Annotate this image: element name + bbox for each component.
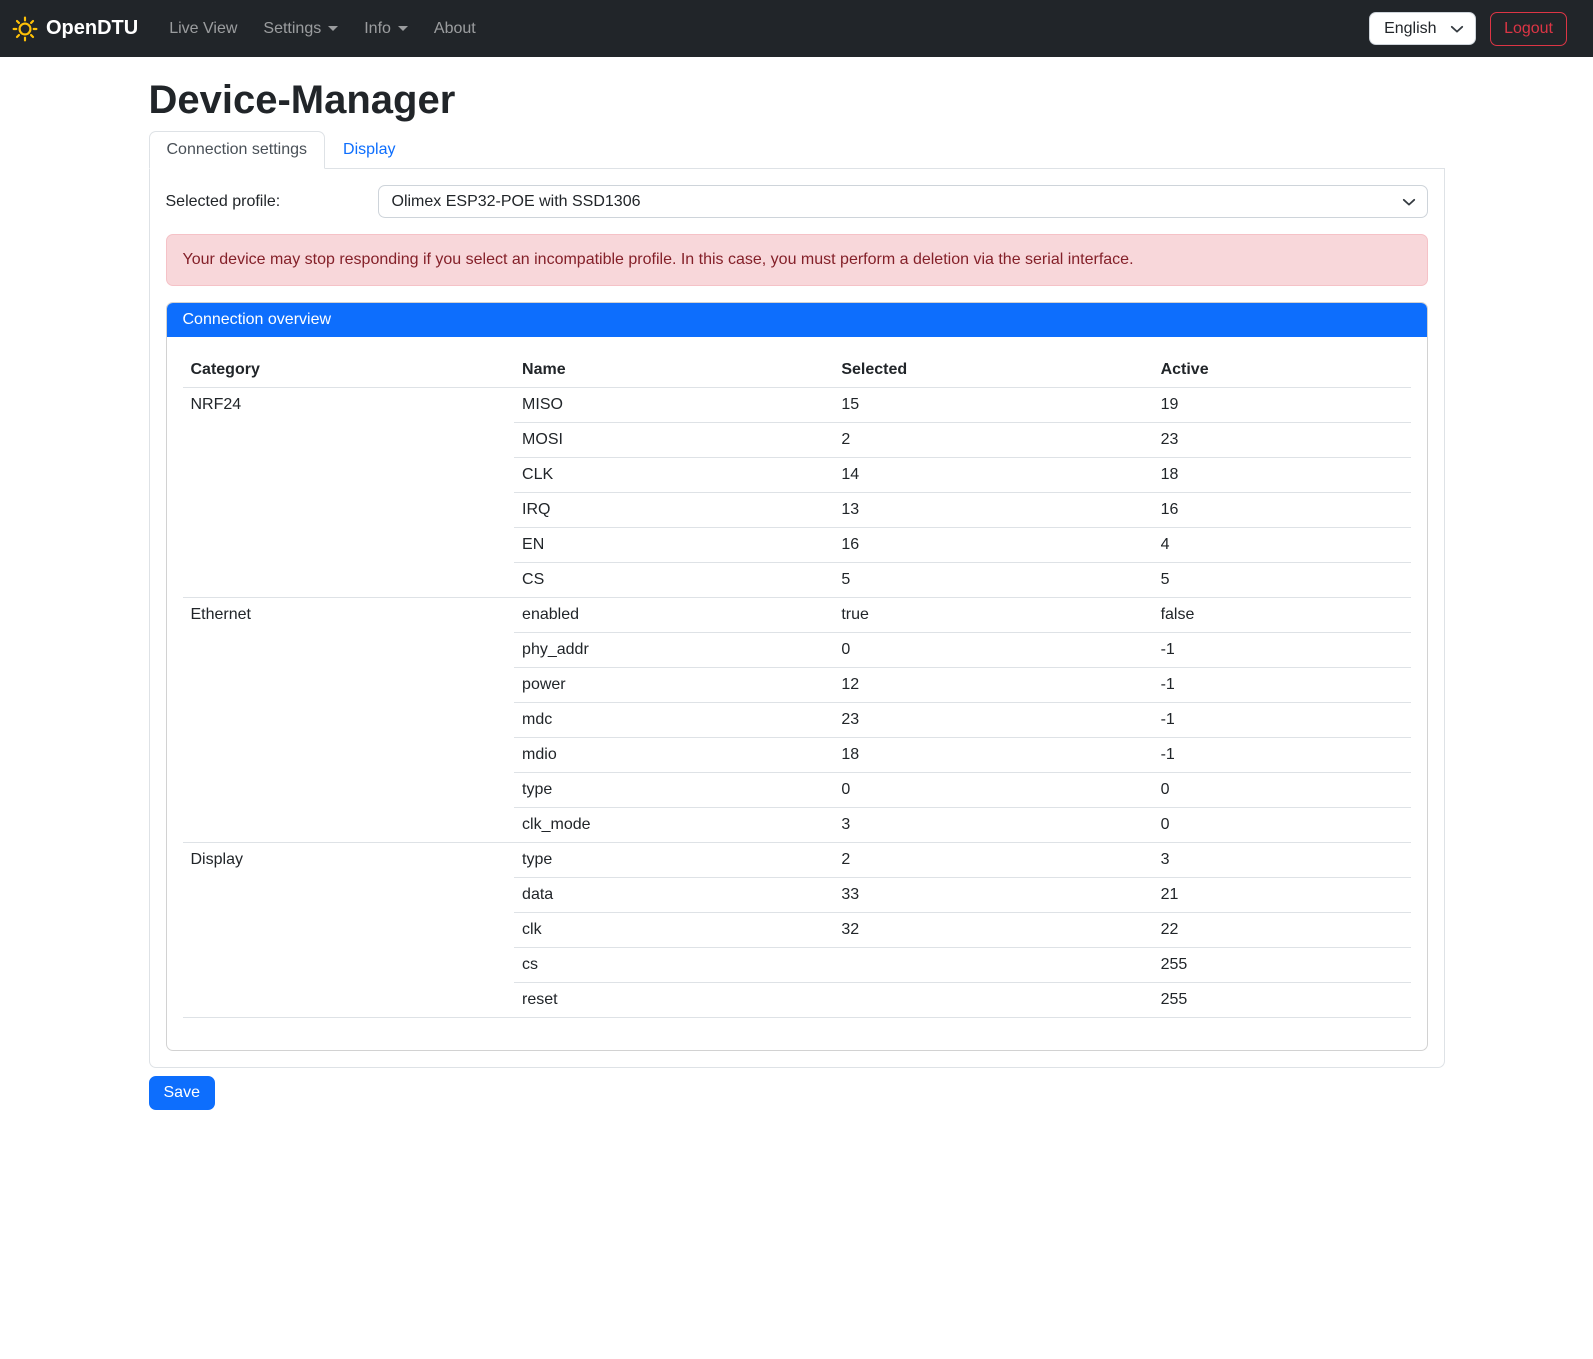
- logout-button[interactable]: Logout: [1490, 12, 1567, 46]
- active-cell: 3: [1153, 843, 1411, 878]
- active-cell: -1: [1153, 738, 1411, 773]
- selected-cell: 14: [833, 458, 1152, 493]
- table-row: Ethernetenabledtruefalse: [183, 598, 1411, 633]
- navbar: OpenDTU Live View Settings Info About En…: [0, 0, 1593, 57]
- name-cell: IRQ: [514, 493, 833, 528]
- name-cell: CS: [514, 563, 833, 598]
- danger-alert: Your device may stop responding if you s…: [166, 234, 1428, 286]
- active-cell: 0: [1153, 773, 1411, 808]
- active-cell: 21: [1153, 878, 1411, 913]
- connection-overview-card: Connection overview Category Name Select…: [166, 302, 1428, 1051]
- active-cell: 23: [1153, 423, 1411, 458]
- caret-down-icon: [398, 26, 408, 31]
- category-cell: Display: [183, 843, 515, 1018]
- selected-cell: 32: [833, 913, 1152, 948]
- active-cell: 16: [1153, 493, 1411, 528]
- name-cell: mdio: [514, 738, 833, 773]
- selected-cell: 0: [833, 773, 1152, 808]
- selected-cell: [833, 983, 1152, 1018]
- name-cell: EN: [514, 528, 833, 563]
- active-cell: 0: [1153, 808, 1411, 843]
- active-cell: 22: [1153, 913, 1411, 948]
- profile-row: Selected profile: Olimex ESP32-POE with …: [166, 185, 1428, 218]
- page-title: Device-Manager: [149, 78, 1445, 123]
- name-cell: power: [514, 668, 833, 703]
- name-cell: reset: [514, 983, 833, 1018]
- nav-item-about[interactable]: About: [421, 12, 489, 46]
- name-cell: clk: [514, 913, 833, 948]
- profile-select[interactable]: Olimex ESP32-POE with SSD1306: [378, 185, 1428, 218]
- save-button[interactable]: Save: [149, 1076, 215, 1110]
- tab-bar: Connection settings Display: [149, 131, 1445, 169]
- active-cell: 255: [1153, 948, 1411, 983]
- name-cell: CLK: [514, 458, 833, 493]
- nav-item-settings[interactable]: Settings: [250, 12, 351, 46]
- name-cell: mdc: [514, 703, 833, 738]
- table-row: Displaytype23: [183, 843, 1411, 878]
- selected-cell: 16: [833, 528, 1152, 563]
- caret-down-icon: [328, 26, 338, 31]
- tab-content: Selected profile: Olimex ESP32-POE with …: [149, 169, 1445, 1068]
- selected-cell: 12: [833, 668, 1152, 703]
- nav-item-info[interactable]: Info: [351, 12, 421, 46]
- table-row: NRF24MISO1519: [183, 388, 1411, 423]
- name-cell: MOSI: [514, 423, 833, 458]
- name-cell: MISO: [514, 388, 833, 423]
- language-select[interactable]: English: [1369, 12, 1476, 45]
- brand[interactable]: OpenDTU: [12, 16, 138, 42]
- selected-cell: 15: [833, 388, 1152, 423]
- name-cell: clk_mode: [514, 808, 833, 843]
- active-cell: false: [1153, 598, 1411, 633]
- active-cell: -1: [1153, 668, 1411, 703]
- brand-label: OpenDTU: [46, 17, 138, 40]
- overview-table-body: NRF24MISO1519MOSI223CLK1418IRQ1316EN164C…: [183, 388, 1411, 1018]
- column-header-category: Category: [183, 353, 515, 388]
- selected-cell: 13: [833, 493, 1152, 528]
- nav-item-label: Info: [364, 20, 391, 38]
- name-cell: phy_addr: [514, 633, 833, 668]
- tab-display[interactable]: Display: [325, 131, 413, 169]
- selected-cell: 3: [833, 808, 1152, 843]
- selected-cell: 18: [833, 738, 1152, 773]
- name-cell: type: [514, 773, 833, 808]
- selected-cell: 0: [833, 633, 1152, 668]
- active-cell: 19: [1153, 388, 1411, 423]
- nav-item-label: About: [434, 20, 476, 38]
- selected-cell: 5: [833, 563, 1152, 598]
- active-cell: 4: [1153, 528, 1411, 563]
- selected-cell: true: [833, 598, 1152, 633]
- name-cell: cs: [514, 948, 833, 983]
- column-header-name: Name: [514, 353, 833, 388]
- name-cell: data: [514, 878, 833, 913]
- tab-connection-settings[interactable]: Connection settings: [149, 131, 326, 169]
- nav-item-label: Settings: [263, 20, 321, 38]
- active-cell: -1: [1153, 633, 1411, 668]
- table-header-row: Category Name Selected Active: [183, 353, 1411, 388]
- main-content: Device-Manager Connection settings Displ…: [137, 78, 1457, 1110]
- card-header: Connection overview: [167, 303, 1427, 337]
- overview-table: Category Name Selected Active NRF24MISO1…: [183, 353, 1411, 1018]
- selected-cell: 2: [833, 843, 1152, 878]
- selected-cell: 33: [833, 878, 1152, 913]
- active-cell: -1: [1153, 703, 1411, 738]
- category-cell: NRF24: [183, 388, 515, 598]
- column-header-selected: Selected: [833, 353, 1152, 388]
- selected-cell: 23: [833, 703, 1152, 738]
- nav-item-label: Live View: [169, 20, 237, 38]
- name-cell: enabled: [514, 598, 833, 633]
- active-cell: 5: [1153, 563, 1411, 598]
- column-header-active: Active: [1153, 353, 1411, 388]
- name-cell: type: [514, 843, 833, 878]
- selected-cell: 2: [833, 423, 1152, 458]
- card-body: Category Name Selected Active NRF24MISO1…: [167, 337, 1427, 1050]
- selected-cell: [833, 948, 1152, 983]
- nav-item-live-view[interactable]: Live View: [156, 12, 250, 46]
- sun-icon: [12, 16, 38, 42]
- profile-label: Selected profile:: [166, 193, 378, 211]
- active-cell: 18: [1153, 458, 1411, 493]
- active-cell: 255: [1153, 983, 1411, 1018]
- category-cell: Ethernet: [183, 598, 515, 843]
